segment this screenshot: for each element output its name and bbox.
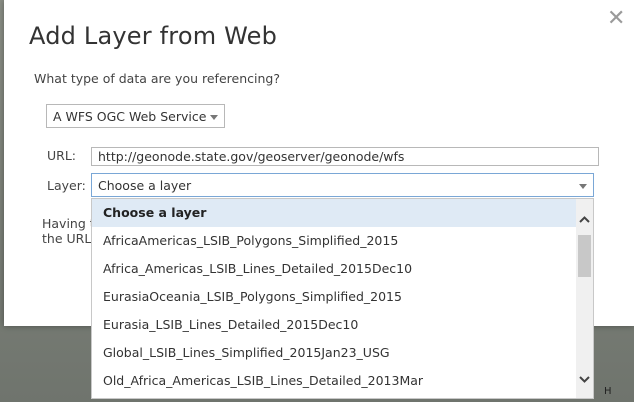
layer-select-value: Choose a layer bbox=[98, 178, 192, 193]
layer-option[interactable]: Choose a layer bbox=[92, 199, 576, 227]
url-label: URL: bbox=[47, 148, 77, 163]
layer-option[interactable]: Global_LSIB_Lines_Simplified_2015Jan23_U… bbox=[92, 339, 576, 367]
scrollbar-thumb[interactable] bbox=[578, 235, 591, 277]
layer-dropdown-list[interactable]: Choose a layer AfricaAmericas_LSIB_Polyg… bbox=[91, 198, 594, 399]
layer-select[interactable]: Choose a layer bbox=[91, 173, 594, 197]
layer-option[interactable]: Old_Africa_Americas_LSIB_Lines_Detailed_… bbox=[92, 367, 576, 395]
dialog-title: Add Layer from Web bbox=[29, 22, 278, 50]
chevron-up-icon[interactable] bbox=[576, 211, 593, 228]
help-text: Having t the URL bbox=[42, 216, 94, 246]
map-label: H bbox=[604, 386, 612, 397]
data-type-question: What type of data are you referencing? bbox=[34, 71, 280, 86]
chevron-down-icon bbox=[210, 115, 218, 120]
url-input[interactable] bbox=[91, 147, 599, 166]
data-type-select[interactable]: A WFS OGC Web Service bbox=[46, 104, 225, 128]
help-text-line2: the URL bbox=[42, 231, 92, 246]
layer-option[interactable]: EurasiaOceania_LSIB_Polygons_Simplified_… bbox=[92, 283, 576, 311]
help-text-line1: Having t bbox=[42, 216, 94, 231]
chevron-down-icon bbox=[579, 184, 587, 189]
chevron-down-icon[interactable] bbox=[576, 371, 593, 388]
layer-option[interactable]: Africa_Americas_LSIB_Lines_Detailed_2015… bbox=[92, 255, 576, 283]
layer-label: Layer: bbox=[47, 178, 86, 193]
data-type-value: A WFS OGC Web Service bbox=[53, 109, 207, 124]
layer-option[interactable]: Eurasia_LSIB_Lines_Detailed_2015Dec10 bbox=[92, 311, 576, 339]
dropdown-scrollbar[interactable] bbox=[576, 199, 593, 398]
layer-option[interactable]: AfricaAmericas_LSIB_Polygons_Simplified_… bbox=[92, 227, 576, 255]
close-icon[interactable]: ✕ bbox=[607, 8, 625, 30]
